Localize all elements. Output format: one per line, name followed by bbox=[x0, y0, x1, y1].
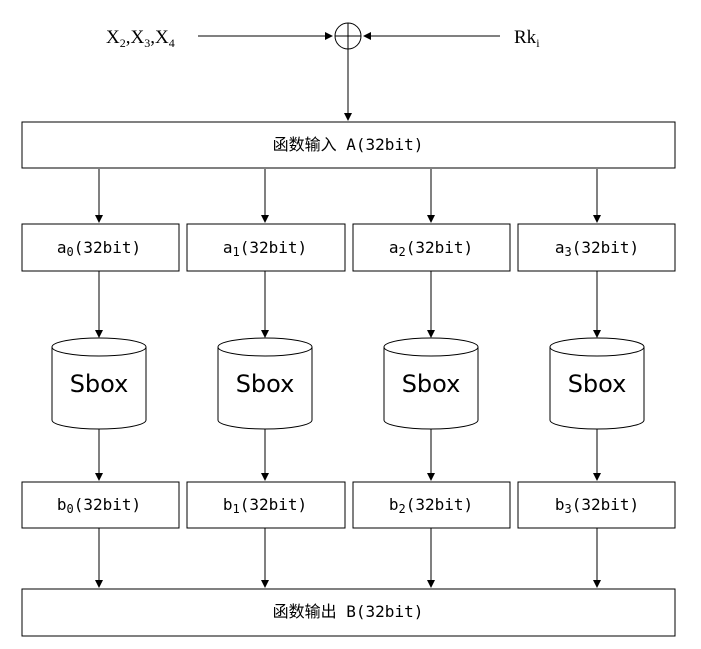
sbox-2: Sbox bbox=[383, 337, 479, 430]
input-rk-label: Rki bbox=[514, 27, 540, 50]
sbox-0: Sbox bbox=[51, 337, 147, 430]
input-box-label: 函数输入 A(32bit) bbox=[273, 135, 424, 154]
sbox-label-3: Sbox bbox=[568, 370, 627, 398]
a-box-label-0: a0(32bit) bbox=[57, 238, 141, 259]
sbox-3: Sbox bbox=[549, 337, 645, 430]
input-x-label: X2,X3,X4 bbox=[106, 27, 175, 50]
columns: a0(32bit) Sbox b0(32bit) a1(32bit) Sbox b1(32… bbox=[21, 169, 676, 588]
xor-icon bbox=[334, 22, 362, 50]
a-box-label-1: a1(32bit) bbox=[223, 238, 307, 259]
output-box-label: 函数输出 B(32bit) bbox=[273, 602, 424, 621]
b-box-label-2: b2(32bit) bbox=[389, 495, 473, 516]
a-box-label-3: a3(32bit) bbox=[555, 238, 639, 259]
sbox-label-2: Sbox bbox=[402, 370, 461, 398]
a-box-label-2: a2(32bit) bbox=[389, 238, 473, 259]
sbox-label-1: Sbox bbox=[236, 370, 295, 398]
b-box-label-0: b0(32bit) bbox=[57, 495, 141, 516]
sbox-label-0: Sbox bbox=[70, 370, 129, 398]
b-box-label-3: b3(32bit) bbox=[555, 495, 639, 516]
b-box-label-1: b1(32bit) bbox=[223, 495, 307, 516]
sbox-diagram: X2,X3,X4 Rki 函数输入 A(32bit) a0(32bit) Sbox… bbox=[21, 22, 676, 637]
sbox-1: Sbox bbox=[217, 337, 313, 430]
